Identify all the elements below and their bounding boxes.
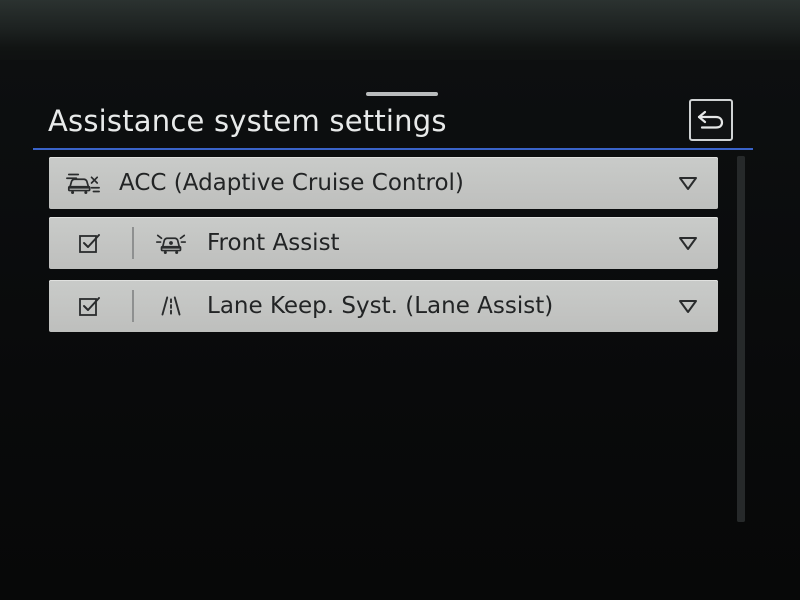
back-arrow-icon [697,110,724,129]
page-title: Assistance system settings [48,104,447,138]
list-item-acc[interactable]: ACC (Adaptive Cruise Control) [49,157,718,209]
lane-assist-icon [153,292,189,320]
list-item-front-assist[interactable]: Front Assist [49,217,718,269]
scrollbar-thumb[interactable] [737,156,745,522]
list-item-label: Front Assist [207,230,340,256]
checkbox-checked-icon[interactable] [79,233,101,253]
pull-down-handle[interactable] [366,92,438,96]
title-underline [33,148,753,150]
expand-triangle-icon[interactable] [678,298,698,314]
row-divider [132,290,134,322]
list-item-label: Lane Keep. Syst. (Lane Assist) [207,293,554,319]
acc-car-icon [65,169,101,197]
list-item-label: ACC (Adaptive Cruise Control) [119,170,464,196]
checkbox-checked-icon[interactable] [79,296,101,316]
expand-triangle-icon[interactable] [678,235,698,251]
front-assist-car-icon [153,229,189,257]
expand-triangle-icon[interactable] [678,175,698,191]
row-divider [132,227,134,259]
list-item-lane-assist[interactable]: Lane Keep. Syst. (Lane Assist) [49,280,718,332]
back-button[interactable] [689,99,733,141]
